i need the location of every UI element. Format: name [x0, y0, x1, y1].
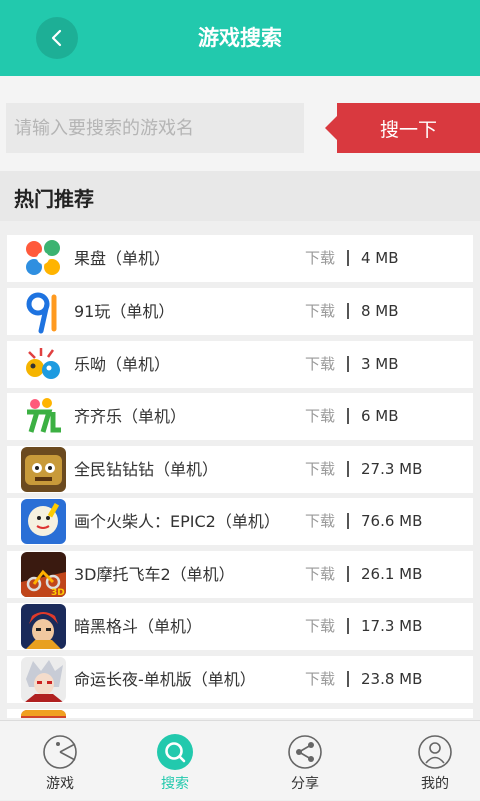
file-size: 23.8 MB — [361, 670, 423, 688]
divider — [347, 618, 349, 634]
file-size: 26.1 MB — [361, 565, 423, 583]
fate-night-icon — [21, 657, 66, 702]
divider — [347, 566, 349, 582]
search-button[interactable]: 搜一下 — [325, 103, 480, 153]
game-name: 画个火柴人：EPIC2（单机） — [74, 512, 280, 531]
section-header: 热门推荐 — [0, 171, 480, 221]
game-name: 全民钻钻钻（单机） — [74, 460, 219, 479]
download-link[interactable]: 下载 — [305, 288, 335, 335]
file-size: 8 MB — [361, 302, 399, 320]
qiqile-icon — [21, 394, 66, 439]
download-link[interactable]: 下载 — [305, 603, 335, 650]
tab-label: 分享 — [291, 776, 319, 792]
user-icon — [418, 735, 452, 769]
list-item[interactable]: 3D 3D摩托飞车2（单机） 下载 26.1 MB — [7, 551, 473, 598]
tab-search[interactable]: 搜索 — [115, 721, 235, 801]
file-size: 17.3 MB — [361, 617, 423, 635]
divider — [347, 408, 349, 424]
tab-label: 搜索 — [161, 776, 189, 792]
download-link[interactable]: 下载 — [305, 498, 335, 545]
file-size: 6 MB — [361, 407, 399, 425]
tab-profile[interactable]: 我的 — [375, 721, 480, 801]
app-header: 游戏搜索 — [0, 0, 480, 76]
tab-label: 游戏 — [46, 776, 74, 792]
quanmin-zuan-icon — [21, 447, 66, 492]
game-name: 暗黑格斗（单机） — [74, 617, 203, 636]
guopan-icon — [21, 236, 66, 281]
list-item[interactable]: 齐齐乐（单机） 下载 6 MB — [7, 393, 473, 440]
download-link[interactable]: 下载 — [305, 393, 335, 440]
tab-games[interactable]: 游戏 — [0, 721, 120, 801]
list-item[interactable]: 画个火柴人：EPIC2（单机） 下载 76.6 MB — [7, 498, 473, 545]
download-link[interactable]: 下载 — [305, 656, 335, 703]
tab-label: 我的 — [421, 776, 449, 792]
game-name: 果盘（单机） — [74, 249, 171, 268]
file-size: 76.6 MB — [361, 512, 423, 530]
download-link[interactable]: 下载 — [305, 341, 335, 388]
download-link[interactable]: 下载 — [305, 235, 335, 282]
game-name: 3D摩托飞车2（单机） — [74, 565, 235, 584]
search-input[interactable] — [6, 103, 304, 153]
list-item[interactable]: 乐呦（单机） 下载 3 MB — [7, 341, 473, 388]
download-link[interactable]: 下载 — [305, 446, 335, 493]
search-icon — [157, 734, 193, 770]
share-icon — [288, 735, 322, 769]
game-name: 命运长夜-单机版（单机） — [74, 670, 256, 689]
list-item[interactable]: 暗黑格斗（单机） 下载 17.3 MB — [7, 603, 473, 650]
divider — [347, 250, 349, 266]
91wan-icon — [21, 289, 66, 334]
dark-fight-icon — [21, 604, 66, 649]
divider — [347, 356, 349, 372]
divider — [347, 671, 349, 687]
file-size: 3 MB — [361, 355, 399, 373]
divider — [347, 303, 349, 319]
game-name: 齐齐乐（单机） — [74, 407, 187, 426]
list-item-partial[interactable] — [7, 709, 473, 718]
leyou-icon — [21, 342, 66, 387]
section-title: 热门推荐 — [14, 187, 94, 211]
file-size: 4 MB — [361, 249, 399, 267]
list-item[interactable]: 全民钻钻钻（单机） 下载 27.3 MB — [7, 446, 473, 493]
pacman-icon — [43, 735, 77, 769]
list-item[interactable]: 命运长夜-单机版（单机） 下载 23.8 MB — [7, 656, 473, 703]
game-name: 91玩（单机） — [74, 302, 175, 321]
page-title: 游戏搜索 — [198, 26, 282, 50]
draw-stickman-icon — [21, 499, 66, 544]
game-list: 果盘（单机） 下载 4 MB 91玩（单机） 下载 8 MB 乐呦（单机） 下载… — [0, 230, 480, 718]
list-item[interactable]: 果盘（单机） 下载 4 MB — [7, 235, 473, 282]
divider — [347, 461, 349, 477]
download-link[interactable]: 下载 — [305, 551, 335, 598]
svg-text:3D: 3D — [51, 588, 65, 597]
moto-racing-icon: 3D — [21, 552, 66, 597]
list-item[interactable]: 91玩（单机） 下载 8 MB — [7, 288, 473, 335]
bottom-tab-bar: 游戏 搜索 分享 我的 — [0, 720, 480, 800]
game-name: 乐呦（单机） — [74, 355, 171, 374]
file-size: 27.3 MB — [361, 460, 423, 478]
tab-share[interactable]: 分享 — [245, 721, 365, 801]
divider — [347, 513, 349, 529]
game-icon — [21, 710, 66, 718]
search-bar: 搜一下 — [0, 76, 480, 171]
